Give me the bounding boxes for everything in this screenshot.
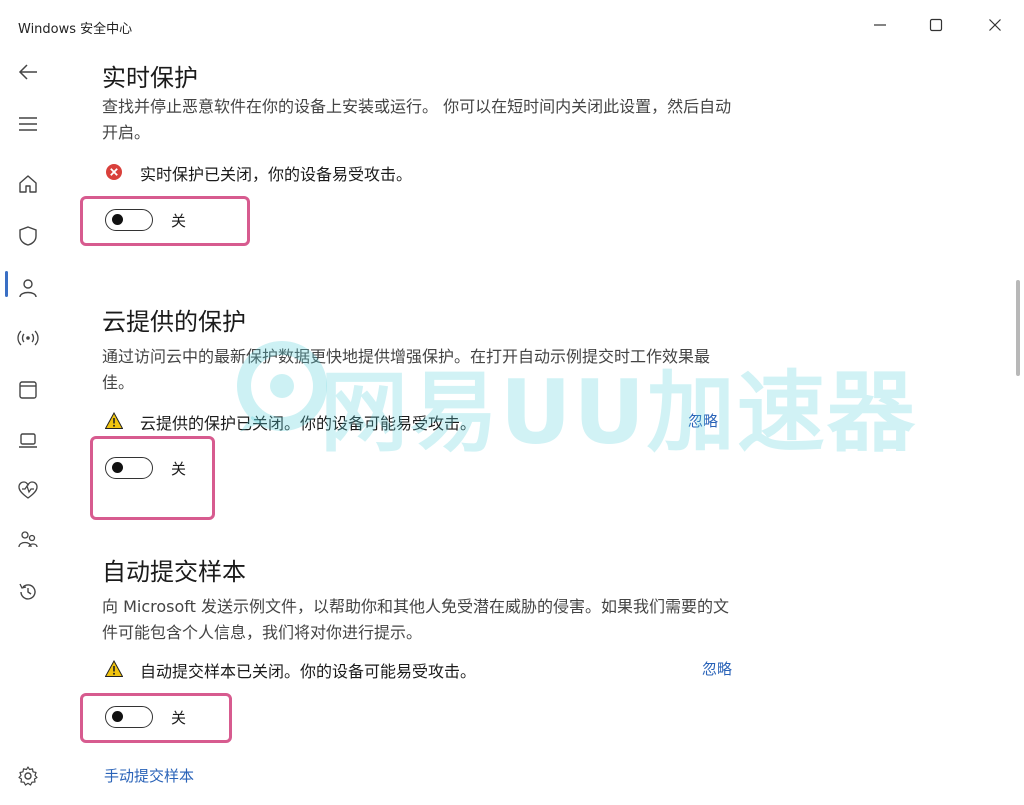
history-icon — [19, 583, 36, 600]
section-desc-cloud: 通过访问云中的最新保护数据更快地提供增强保护。在打开自动示例提交时工作效果最佳。 — [102, 347, 711, 392]
heart-pulse-icon — [18, 481, 38, 499]
back-button[interactable] — [0, 52, 56, 92]
wifi-signal-icon — [17, 330, 39, 346]
section-title-cloud: 云提供的保护 — [102, 308, 246, 336]
person-icon — [19, 279, 37, 298]
dismiss-link-sample[interactable]: 忽略 — [702, 658, 732, 679]
family-icon — [18, 531, 38, 548]
section-desc-realtime: 查找并停止恶意软件在你的设备上安装或运行。 你可以在短时间内关闭此设置，然后自动… — [102, 97, 732, 142]
toggle-label-realtime: 关 — [171, 212, 187, 230]
status-row-sample: 自动提交样本已关闭。你的设备可能易受攻击。 忽略 — [102, 658, 742, 682]
nav-item-virus-protection[interactable] — [0, 216, 56, 256]
toggle-label-sample: 关 — [171, 709, 187, 727]
close-icon — [989, 19, 1001, 31]
warning-icon — [105, 412, 123, 429]
toggle-realtime-protection[interactable] — [105, 209, 153, 231]
status-text-cloud: 云提供的保护已关闭。你的设备可能易受攻击。 — [140, 414, 477, 433]
title-bar: Windows 安全中心 — [0, 0, 1024, 48]
toggle-knob — [112, 711, 123, 722]
status-row-realtime: 实时保护已关闭，你的设备易受攻击。 — [102, 161, 742, 185]
warning-icon — [105, 660, 123, 677]
status-text-sample: 自动提交样本已关闭。你的设备可能易受攻击。 — [140, 662, 477, 681]
toggle-knob — [112, 462, 123, 473]
manual-submit-sample-link[interactable]: 手动提交样本 — [104, 765, 194, 786]
navigation-rail — [0, 48, 56, 805]
section-title-sample: 自动提交样本 — [102, 558, 246, 586]
minimize-button[interactable] — [860, 10, 900, 40]
toggle-cloud-protection[interactable] — [105, 457, 153, 479]
nav-item-device-performance[interactable] — [0, 470, 56, 510]
dismiss-link-cloud[interactable]: 忽略 — [688, 410, 718, 431]
status-text-realtime: 实时保护已关闭，你的设备易受攻击。 — [140, 165, 413, 184]
home-icon — [19, 175, 37, 193]
toggle-sample-submission[interactable] — [105, 706, 153, 728]
nav-item-app-browser-control[interactable] — [0, 370, 56, 410]
nav-item-device-security[interactable] — [0, 420, 56, 460]
gear-icon — [18, 766, 38, 786]
laptop-icon — [19, 433, 37, 448]
settings-button[interactable] — [0, 756, 56, 796]
minimize-icon — [874, 24, 886, 26]
vertical-scrollbar[interactable] — [1016, 280, 1020, 376]
highlight-box-cloud: 关 — [90, 436, 215, 520]
menu-button[interactable] — [0, 104, 56, 144]
toggle-knob — [112, 214, 123, 225]
maximize-button[interactable] — [916, 10, 956, 40]
status-row-cloud: 云提供的保护已关闭。你的设备可能易受攻击。 忽略 — [102, 410, 742, 434]
browser-window-icon — [19, 381, 37, 399]
nav-item-protection-history[interactable] — [0, 572, 56, 612]
toggle-label-cloud: 关 — [171, 460, 187, 478]
nav-item-firewall[interactable] — [0, 318, 56, 358]
close-button[interactable] — [975, 10, 1015, 40]
hamburger-icon — [19, 117, 37, 131]
section-title-realtime: 实时保护 — [102, 64, 198, 92]
nav-item-family-options[interactable] — [0, 520, 56, 560]
highlight-box-sample: 关 — [80, 693, 232, 743]
shield-icon — [19, 226, 37, 246]
section-desc-sample: 向 Microsoft 发送示例文件，以帮助你和其他人免受潜在威胁的侵害。如果我… — [102, 597, 729, 642]
window-title: Windows 安全中心 — [18, 22, 133, 37]
error-icon — [106, 164, 122, 180]
nav-item-account-protection[interactable] — [0, 268, 56, 308]
nav-item-home[interactable] — [0, 164, 56, 204]
highlight-box-realtime: 关 — [80, 196, 250, 246]
back-arrow-icon — [18, 64, 37, 80]
maximize-icon — [929, 18, 943, 32]
